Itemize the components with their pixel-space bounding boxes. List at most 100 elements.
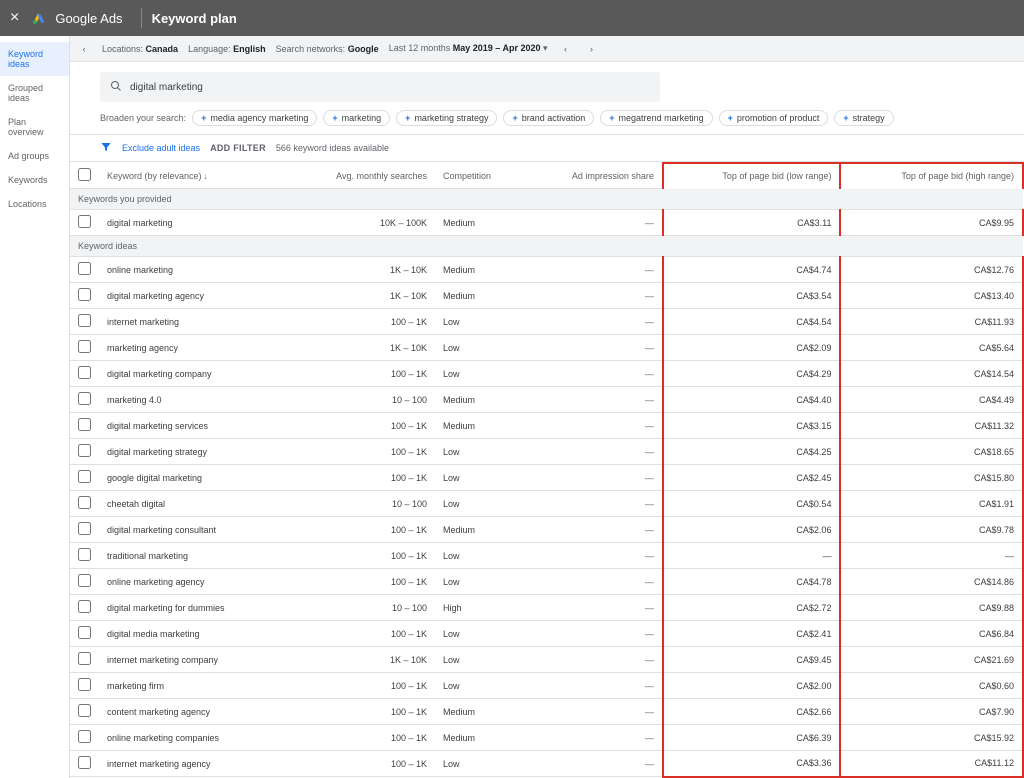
chevron-down-icon: ▾ xyxy=(543,43,548,53)
add-filter-button[interactable]: ADD FILTER xyxy=(210,143,266,153)
table-row: google digital marketing100 – 1KLow—CA$2… xyxy=(70,465,1023,491)
sidebar-item-keyword-ideas[interactable]: Keyword ideas xyxy=(0,42,69,76)
col-bid-low[interactable]: Top of page bid (low range) xyxy=(663,163,841,189)
broaden-chip[interactable]: +brand activation xyxy=(503,110,594,126)
locations-setting[interactable]: Locations: Canada xyxy=(102,44,178,54)
cell-competition: Low xyxy=(435,335,524,361)
row-checkbox[interactable] xyxy=(78,470,91,483)
cell-impression: — xyxy=(524,210,662,236)
cell-searches: 100 – 1K xyxy=(286,439,435,465)
keyword-search-input[interactable] xyxy=(130,82,650,93)
broaden-chip[interactable]: +marketing strategy xyxy=(396,110,497,126)
cell-searches: 100 – 1K xyxy=(286,673,435,699)
divider xyxy=(141,8,142,28)
broaden-chip[interactable]: +megatrend marketing xyxy=(600,110,712,126)
cell-bid-low: CA$4.40 xyxy=(663,387,841,413)
sidebar-item-plan-overview[interactable]: Plan overview xyxy=(0,110,69,144)
cell-keyword: digital marketing services xyxy=(99,413,286,439)
cell-searches: 100 – 1K xyxy=(286,517,435,543)
search-box[interactable] xyxy=(100,72,660,102)
cell-searches: 1K – 10K xyxy=(286,257,435,283)
cell-impression: — xyxy=(524,257,662,283)
sidebar-item-ad-groups[interactable]: Ad groups xyxy=(0,144,69,168)
row-checkbox[interactable] xyxy=(78,392,91,405)
cell-searches: 1K – 10K xyxy=(286,335,435,361)
exclude-adult-toggle[interactable]: Exclude adult ideas xyxy=(122,143,200,153)
cell-keyword: marketing agency xyxy=(99,335,286,361)
row-checkbox[interactable] xyxy=(78,522,91,535)
top-bar: × Google Ads Keyword plan xyxy=(0,0,1024,36)
table-row: marketing 4.010 – 100Medium—CA$4.40CA$4.… xyxy=(70,387,1023,413)
table-row: marketing agency1K – 10KLow—CA$2.09CA$5.… xyxy=(70,335,1023,361)
row-checkbox[interactable] xyxy=(78,418,91,431)
row-checkbox[interactable] xyxy=(78,730,91,743)
row-checkbox[interactable] xyxy=(78,288,91,301)
cell-competition: Medium xyxy=(435,210,524,236)
row-checkbox[interactable] xyxy=(78,496,91,509)
row-checkbox[interactable] xyxy=(78,704,91,717)
cell-bid-high: CA$15.92 xyxy=(840,725,1023,751)
cell-bid-high: CA$9.95 xyxy=(840,210,1023,236)
row-checkbox[interactable] xyxy=(78,652,91,665)
cell-bid-high: CA$11.93 xyxy=(840,309,1023,335)
close-icon[interactable]: × xyxy=(10,9,19,27)
select-all-checkbox[interactable] xyxy=(78,168,91,181)
cell-competition: Medium xyxy=(435,725,524,751)
cell-bid-low: CA$2.66 xyxy=(663,699,841,725)
cell-impression: — xyxy=(524,361,662,387)
sidebar-item-locations[interactable]: Locations xyxy=(0,192,69,216)
cell-bid-high: CA$21.69 xyxy=(840,647,1023,673)
row-checkbox[interactable] xyxy=(78,756,91,769)
brand-name: Google Ads xyxy=(55,11,122,26)
cell-competition: Medium xyxy=(435,699,524,725)
row-checkbox[interactable] xyxy=(78,444,91,457)
section-header: Keyword ideas xyxy=(70,236,1023,257)
back-icon[interactable]: ‹ xyxy=(76,44,92,54)
row-checkbox[interactable] xyxy=(78,340,91,353)
table-row: digital marketing agency1K – 10KMedium—C… xyxy=(70,283,1023,309)
cell-searches: 1K – 10K xyxy=(286,283,435,309)
table-row: online marketing agency100 – 1KLow—CA$4.… xyxy=(70,569,1023,595)
row-checkbox[interactable] xyxy=(78,678,91,691)
row-checkbox[interactable] xyxy=(78,215,91,228)
col-impression[interactable]: Ad impression share xyxy=(524,163,662,189)
cell-impression: — xyxy=(524,335,662,361)
cell-competition: Low xyxy=(435,465,524,491)
plus-icon: + xyxy=(405,113,410,123)
row-checkbox[interactable] xyxy=(78,262,91,275)
broaden-chip[interactable]: +marketing xyxy=(323,110,390,126)
row-checkbox[interactable] xyxy=(78,548,91,561)
filter-icon[interactable] xyxy=(100,141,112,155)
col-keyword[interactable]: Keyword (by relevance)↓ xyxy=(99,163,286,189)
row-checkbox[interactable] xyxy=(78,626,91,639)
cell-competition: Low xyxy=(435,621,524,647)
broaden-chip[interactable]: +media agency marketing xyxy=(192,110,317,126)
sidebar-item-grouped-ideas[interactable]: Grouped ideas xyxy=(0,76,69,110)
date-range-setting[interactable]: Last 12 months May 2019 – Apr 2020 ▾ xyxy=(389,43,548,54)
cell-bid-low: CA$2.45 xyxy=(663,465,841,491)
sidebar-item-keywords[interactable]: Keywords xyxy=(0,168,69,192)
networks-setting[interactable]: Search networks: Google xyxy=(276,44,379,54)
row-checkbox[interactable] xyxy=(78,366,91,379)
broaden-chip[interactable]: +promotion of product xyxy=(719,110,829,126)
language-setting[interactable]: Language: English xyxy=(188,44,266,54)
row-checkbox[interactable] xyxy=(78,314,91,327)
col-bid-high[interactable]: Top of page bid (high range) xyxy=(840,163,1023,189)
cell-keyword: google digital marketing xyxy=(99,465,286,491)
row-checkbox[interactable] xyxy=(78,600,91,613)
prev-period-icon[interactable]: ‹ xyxy=(558,44,574,54)
broaden-chip[interactable]: +strategy xyxy=(834,110,893,126)
cell-competition: Medium xyxy=(435,257,524,283)
col-searches[interactable]: Avg. monthly searches xyxy=(286,163,435,189)
cell-keyword: online marketing xyxy=(99,257,286,283)
next-period-icon[interactable]: › xyxy=(584,44,600,54)
cell-bid-low: CA$4.78 xyxy=(663,569,841,595)
cell-competition: Low xyxy=(435,543,524,569)
section-header: Keywords you provided xyxy=(70,189,1023,210)
table-row: digital marketing10K – 100KMedium—CA$3.1… xyxy=(70,210,1023,236)
cell-searches: 100 – 1K xyxy=(286,361,435,387)
col-competition[interactable]: Competition xyxy=(435,163,524,189)
cell-bid-low: — xyxy=(663,543,841,569)
row-checkbox[interactable] xyxy=(78,574,91,587)
cell-keyword: internet marketing company xyxy=(99,647,286,673)
